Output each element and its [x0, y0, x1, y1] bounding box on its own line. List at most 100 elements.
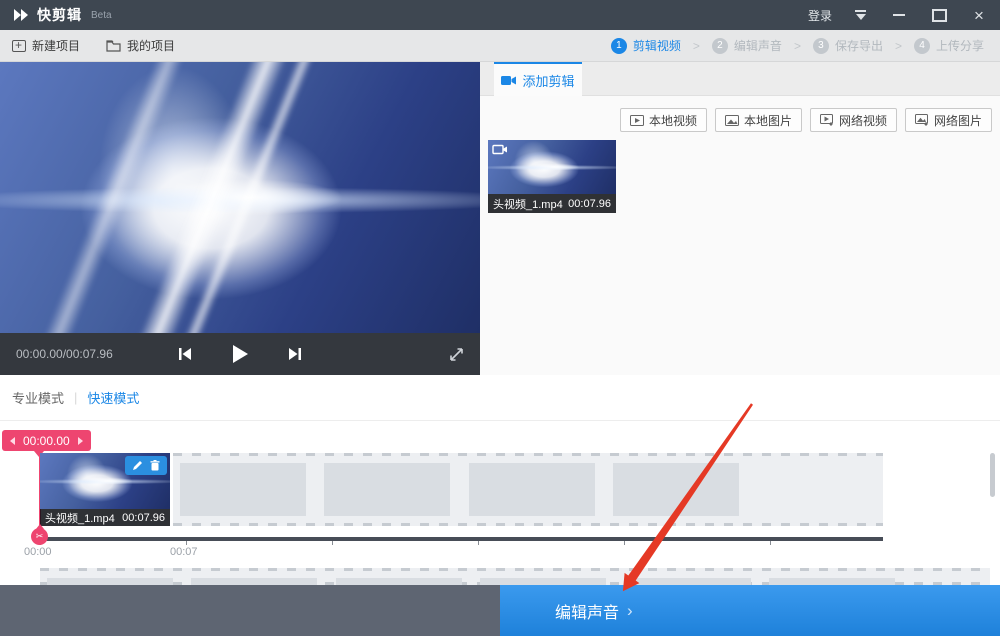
tab-professional-mode[interactable]: 专业模式 — [12, 388, 64, 407]
add-clip-panel: 添加剪辑 本地视频 本地图片 — [480, 62, 1000, 375]
filmstrip-cell — [336, 578, 462, 585]
ruler-tick — [186, 541, 187, 545]
image-file-icon — [725, 115, 739, 126]
playhead-step-back-icon[interactable] — [10, 437, 15, 445]
edit-clip-button[interactable] — [132, 460, 143, 471]
player-controls-bar: 00:00.00/00:07.96 — [0, 333, 480, 375]
tab-add-clip-label: 添加剪辑 — [522, 71, 574, 90]
scissors-icon: ✂ — [36, 531, 44, 542]
local-video-label: 本地视频 — [649, 112, 697, 129]
my-projects-label: 我的项目 — [127, 37, 175, 54]
app-title: 快剪辑 — [37, 5, 82, 25]
playhead-time-bubble[interactable]: 00:00.00 — [2, 430, 91, 451]
clip-file-name: 头视频_1.mp4 — [45, 510, 115, 526]
delete-clip-button[interactable] — [150, 460, 160, 471]
footer-bar: 编辑声音 › — [0, 585, 1000, 636]
minimize-button[interactable] — [890, 6, 908, 24]
skip-end-button[interactable] — [287, 347, 303, 361]
clip-label: 头视频_1.mp4 00:07.96 — [40, 509, 170, 526]
filmstrip-cell — [769, 578, 895, 585]
split-handle[interactable]: ✂ — [31, 528, 48, 545]
mode-divider: | — [74, 390, 77, 405]
step-number: 4 — [914, 38, 930, 54]
ruler-tick — [332, 541, 333, 545]
timeline-scrollbar[interactable] — [990, 453, 995, 497]
web-image-icon — [915, 114, 929, 126]
video-still-lens-flare — [0, 62, 480, 333]
main-menu-icon[interactable] — [854, 9, 868, 21]
step-separator: > — [693, 39, 700, 53]
clip-duration: 00:07.96 — [122, 512, 165, 524]
timeline-clip[interactable]: 头视频_1.mp4 00:07.96 — [40, 453, 170, 526]
playhead-time: 00:00.00 — [23, 434, 70, 448]
new-project-label: 新建项目 — [32, 37, 80, 54]
audio-track-partial — [40, 568, 990, 585]
step-label: 剪辑视频 — [633, 37, 681, 54]
filmstrip-cell — [613, 463, 739, 516]
my-projects-button[interactable]: 我的项目 — [106, 37, 175, 54]
filmstrip-cell — [180, 463, 306, 516]
tab-add-clip[interactable]: 添加剪辑 — [494, 62, 582, 96]
video-track — [173, 453, 883, 526]
beta-badge: Beta — [91, 10, 112, 21]
media-file-name: 头视频_1.mp4 — [493, 196, 563, 212]
edit-sound-button[interactable]: 编辑声音 › — [500, 585, 1000, 636]
web-image-label: 网络图片 — [934, 112, 982, 129]
local-image-button[interactable]: 本地图片 — [715, 108, 802, 132]
web-video-button[interactable]: 网络视频 — [810, 108, 897, 132]
folder-icon — [106, 40, 121, 52]
step-label: 保存导出 — [835, 37, 883, 54]
playhead-step-forward-icon[interactable] — [78, 437, 83, 445]
ruler-label-0: 00:00 — [24, 546, 52, 558]
web-video-icon — [820, 114, 834, 126]
local-image-label: 本地图片 — [744, 112, 792, 129]
step-number: 2 — [712, 38, 728, 54]
step-edit-video[interactable]: 1 剪辑视频 — [611, 37, 681, 54]
titlebar: 快剪辑 Beta 登录 × — [0, 0, 1000, 30]
local-video-button[interactable]: 本地视频 — [620, 108, 707, 132]
step-separator: > — [794, 39, 801, 53]
tab-quick-mode[interactable]: 快速模式 — [87, 388, 139, 407]
web-video-label: 网络视频 — [839, 112, 887, 129]
media-item-label: 头视频_1.mp4 00:07.96 — [488, 194, 616, 213]
video-file-icon — [630, 115, 644, 126]
step-upload-share[interactable]: 4 上传分享 — [914, 37, 984, 54]
step-separator: > — [895, 39, 902, 53]
step-label: 编辑声音 — [734, 37, 782, 54]
step-edit-sound[interactable]: 2 编辑声音 — [712, 37, 782, 54]
video-frame[interactable] — [0, 62, 480, 333]
skip-start-icon — [177, 347, 193, 361]
video-camera-icon — [501, 75, 516, 86]
skip-start-button[interactable] — [177, 347, 193, 361]
web-image-button[interactable]: 网络图片 — [905, 108, 992, 132]
step-number: 3 — [813, 38, 829, 54]
camera-badge-icon — [492, 144, 508, 155]
filmstrip-cell — [47, 578, 173, 585]
filmstrip-cell — [625, 578, 751, 585]
step-number: 1 — [611, 38, 627, 54]
close-button[interactable]: × — [970, 6, 988, 24]
media-thumbnail — [488, 140, 616, 194]
edit-sound-label: 编辑声音 — [555, 599, 619, 623]
project-toolbar: 新建项目 我的项目 1 剪辑视频 > 2 编辑声音 > 3 保存导出 > — [0, 30, 1000, 62]
filmstrip-cell — [480, 578, 606, 585]
step-save-export[interactable]: 3 保存导出 — [813, 37, 883, 54]
media-library-item[interactable]: 头视频_1.mp4 00:07.96 — [488, 140, 616, 213]
play-icon — [231, 344, 249, 364]
media-file-duration: 00:07.96 — [568, 198, 611, 210]
maximize-button[interactable] — [930, 6, 948, 24]
chevron-right-icon: › — [627, 601, 633, 621]
clip-tools — [125, 456, 167, 475]
play-button[interactable] — [231, 344, 249, 364]
new-project-button[interactable]: 新建项目 — [12, 37, 80, 54]
panel-tabstrip: 添加剪辑 — [480, 62, 1000, 96]
ruler-label-1: 00:07 — [170, 546, 198, 558]
login-button[interactable]: 登录 — [808, 7, 832, 24]
timeline-ruler[interactable] — [34, 537, 883, 541]
mode-bar: 专业模式 | 快速模式 — [0, 375, 1000, 421]
new-project-icon — [12, 40, 26, 52]
filmstrip-cell — [324, 463, 450, 516]
filmstrip-cell — [191, 578, 317, 585]
logo-play-icon — [12, 8, 30, 22]
pencil-icon — [132, 460, 143, 471]
